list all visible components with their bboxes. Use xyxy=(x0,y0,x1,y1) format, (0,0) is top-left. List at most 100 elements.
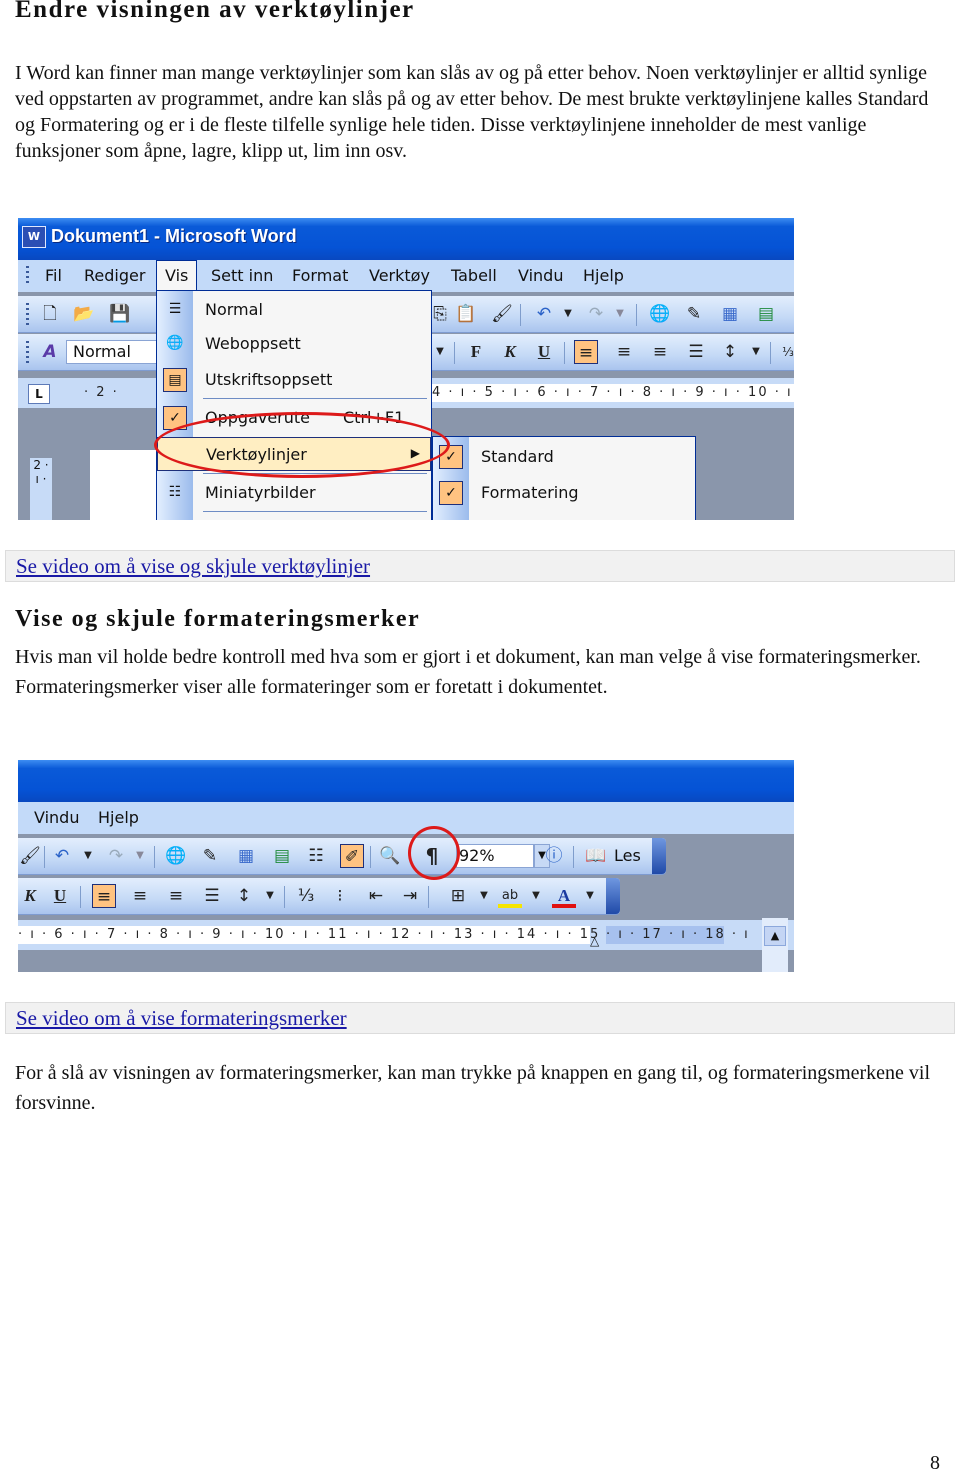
insert-excel-icon[interactable]: ▤ xyxy=(754,302,778,326)
format-painter-icon[interactable]: 🖌 xyxy=(490,302,514,326)
menu-item-weboppsett[interactable]: 🌐 Weboppsett xyxy=(157,327,431,361)
highlight-dropdown-icon[interactable]: ▼ xyxy=(524,884,548,908)
format-painter-icon[interactable]: 🖌 xyxy=(18,844,42,868)
tables-borders-icon[interactable]: ✎ xyxy=(682,302,706,326)
undo-dropdown-icon[interactable]: ▼ xyxy=(76,844,100,868)
redo-icon[interactable]: ↷ xyxy=(584,302,608,326)
menu-vindu[interactable]: Vindu xyxy=(518,266,563,285)
menu-item-verktoylinjer[interactable]: Verktøylinjer ▶ xyxy=(157,437,431,471)
horizontal-ruler[interactable]: · ı · 6 · ı · 7 · ı · 8 · ı · 9 · ı · 10… xyxy=(18,920,794,950)
scroll-up-icon[interactable]: ▲ xyxy=(764,926,786,946)
open-folder-icon[interactable]: 📂 xyxy=(72,302,96,326)
menu-fil[interactable]: Fil xyxy=(45,266,62,285)
line-spacing-icon[interactable]: ↕ xyxy=(232,884,256,908)
increase-indent-icon[interactable]: ⇥ xyxy=(398,884,422,908)
justify-icon[interactable]: ☰ xyxy=(684,340,708,364)
menu-hjelp[interactable]: Hjelp xyxy=(98,808,139,827)
bold-button[interactable]: F xyxy=(464,340,488,364)
underline-button[interactable]: U xyxy=(532,340,556,364)
bullets-icon[interactable]: ⁝ xyxy=(328,884,352,908)
insert-table-icon[interactable]: ▦ xyxy=(718,302,742,326)
menu-format[interactable]: Format xyxy=(292,266,348,285)
undo-icon[interactable]: ↶ xyxy=(532,302,556,326)
normal-view-icon: ☰ xyxy=(168,301,182,317)
paste-icon[interactable]: 📋 xyxy=(454,302,478,326)
numbering-icon[interactable]: ⅓ xyxy=(294,884,318,908)
menu-vindu[interactable]: Vindu xyxy=(34,808,79,827)
decrease-indent-icon[interactable]: ⇤ xyxy=(364,884,388,908)
grip-handle[interactable] xyxy=(26,303,29,325)
highlight-icon[interactable]: ab xyxy=(498,884,522,908)
menu-item-standard[interactable]: ✓ Standard xyxy=(433,440,695,474)
undo-dropdown-icon[interactable]: ▼ xyxy=(556,302,580,326)
align-center-icon[interactable]: ≡ xyxy=(128,884,152,908)
read-layout-icon[interactable]: 📖 xyxy=(584,844,608,868)
zoom-input[interactable]: 92% xyxy=(456,844,534,868)
justify-icon[interactable]: ☰ xyxy=(200,884,224,908)
menu-hjelp[interactable]: Hjelp xyxy=(583,266,624,285)
menu-item-label: Miniatyrbilder xyxy=(205,483,316,502)
hyperlink-icon[interactable]: 🌐 xyxy=(648,302,672,326)
document-map-icon[interactable]: 🔍 xyxy=(378,844,402,868)
menu-vis[interactable]: Vis xyxy=(156,260,198,292)
undo-icon[interactable]: ↶ xyxy=(50,844,74,868)
align-center-icon[interactable]: ≡ xyxy=(612,340,636,364)
right-indent-marker-icon[interactable]: △ xyxy=(590,934,599,948)
align-right-icon[interactable]: ≡ xyxy=(164,884,188,908)
video-link-toolbars[interactable]: Se video om å vise og skjule verktøylinj… xyxy=(16,554,370,579)
menu-item-label: Utskriftsoppsett xyxy=(205,370,333,389)
menu-item-miniatyrbilder[interactable]: ☷ Miniatyrbilder xyxy=(157,476,431,510)
window-titlebar: W Dokument1 - Microsoft Word xyxy=(18,218,794,260)
grip-handle[interactable] xyxy=(26,266,29,286)
line-spacing-dropdown-icon[interactable]: ▼ xyxy=(258,884,282,908)
pilcrow-show-formatting-button[interactable]: ¶ xyxy=(420,844,444,868)
line-spacing-dropdown-icon[interactable]: ▼ xyxy=(744,340,768,364)
styles-icon[interactable]: A xyxy=(38,340,62,364)
hyperlink-icon[interactable]: 🌐 xyxy=(164,844,188,868)
columns-icon[interactable]: ☷ xyxy=(304,844,328,868)
vertical-scrollbar[interactable]: ▲ xyxy=(762,918,788,972)
menu-item-shortcut: Ctrl+F1 xyxy=(343,408,405,427)
video-link-formatting-marks[interactable]: Se video om å vise formateringsmerker xyxy=(16,1006,347,1031)
menu-sett-inn[interactable]: Sett inn xyxy=(211,266,273,285)
menu-rediger[interactable]: Rediger xyxy=(84,266,145,285)
menu-tabell[interactable]: Tabell xyxy=(451,266,497,285)
redo-dropdown-icon[interactable]: ▼ xyxy=(608,302,632,326)
line-spacing-icon[interactable]: ↕ xyxy=(718,340,742,364)
check-icon: ✓ xyxy=(439,445,463,469)
tables-borders-icon[interactable]: ✎ xyxy=(198,844,222,868)
align-right-icon[interactable]: ≡ xyxy=(648,340,672,364)
menu-item-formatering[interactable]: ✓ Formatering xyxy=(433,476,695,510)
font-color-icon[interactable]: A xyxy=(552,884,576,908)
tab-stop-selector-icon[interactable]: L xyxy=(28,384,50,404)
italic-button[interactable]: K xyxy=(18,884,42,908)
closing-paragraph: For å slå av visningen av formateringsme… xyxy=(15,1062,931,1114)
redo-icon[interactable]: ↷ xyxy=(104,844,128,868)
redo-dropdown-icon[interactable]: ▼ xyxy=(128,844,152,868)
underline-button[interactable]: U xyxy=(48,884,72,908)
toolbar-options-icon[interactable] xyxy=(606,878,620,914)
menu-item-oppgaverute[interactable]: ✓ Oppgaverute Ctrl+F1 xyxy=(157,401,431,435)
align-left-icon[interactable]: ≡ xyxy=(574,340,598,364)
italic-button[interactable]: K xyxy=(498,340,522,364)
new-document-icon[interactable]: 🗋 xyxy=(38,302,62,326)
word-screenshot-view-menu: W Dokument1 - Microsoft Word Fil Rediger… xyxy=(18,218,794,520)
font-color-dropdown-icon[interactable]: ▼ xyxy=(578,884,602,908)
menu-item-normal[interactable]: ☰ Normal xyxy=(157,293,431,327)
borders-dropdown-icon[interactable]: ▼ xyxy=(472,884,496,908)
menu-verktoy[interactable]: Verktøy xyxy=(369,266,430,285)
grip-handle[interactable] xyxy=(26,341,29,363)
align-left-icon[interactable]: ≡ xyxy=(92,884,116,908)
save-icon[interactable]: 💾 xyxy=(108,302,132,326)
insert-table-icon[interactable]: ▦ xyxy=(234,844,258,868)
insert-excel-icon[interactable]: ▤ xyxy=(270,844,294,868)
toolbar-separator xyxy=(80,886,81,908)
menu-item-utskriftsoppsett[interactable]: ▤ Utskriftsoppsett xyxy=(157,363,431,397)
toolbar-options-icon[interactable] xyxy=(652,838,666,874)
borders-icon[interactable]: ⊞ xyxy=(446,884,470,908)
read-button[interactable]: Les xyxy=(614,846,641,865)
ruler-scale: · ı · 6 · ı · 7 · ı · 8 · ı · 9 · ı · 10… xyxy=(18,926,637,944)
help-icon[interactable]: ⓘ xyxy=(542,844,566,868)
numbering-icon[interactable]: ⅓ xyxy=(776,340,794,364)
drawing-icon[interactable]: ✐ xyxy=(340,844,364,868)
